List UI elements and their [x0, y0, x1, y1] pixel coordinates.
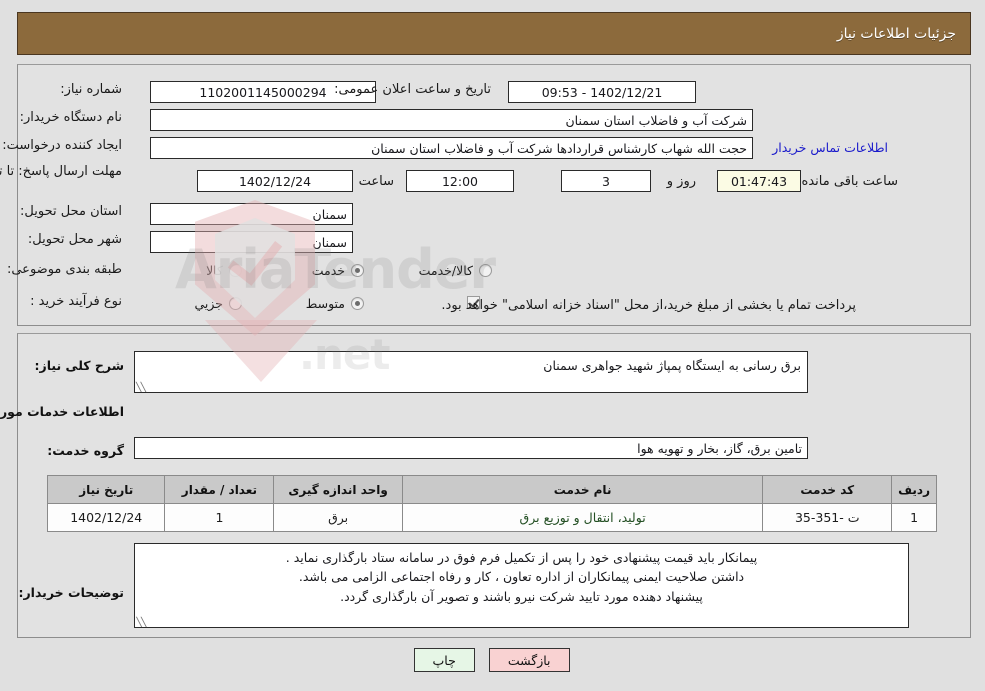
province-label: استان محل تحویل:: [21, 204, 123, 219]
summary-label: شرح کلی نیاز:: [35, 358, 125, 373]
service-group-field[interactable]: تامین برق، گاز، بخار و تهویه هوا: [135, 437, 809, 459]
process-option-medium[interactable]: متوسط: [307, 296, 365, 311]
process-option-minor[interactable]: جزیي: [195, 296, 243, 311]
announcement-datetime-field[interactable]: 1402/12/21 - 09:53: [509, 81, 697, 103]
cell-unit: برق: [274, 503, 404, 532]
table-header-row: ردیف کد خدمت نام خدمت واحد اندازه گیری ت…: [47, 475, 938, 504]
cell-quantity: 1: [165, 503, 276, 532]
city-label: شهر محل تحویل:: [28, 232, 123, 247]
requester-field[interactable]: حجت الله شهاب کارشناس قراردادها شرکت آب …: [151, 137, 754, 159]
cell-radif: 1: [892, 503, 938, 532]
th-service-name: نام خدمت: [402, 475, 765, 504]
table-row[interactable]: 1 ت -351-35 تولید، انتقال و توزیع برق بر…: [47, 503, 938, 532]
remaining-days-label: روز و: [667, 174, 697, 189]
th-service-code: کد خدمت: [763, 475, 894, 504]
province-field[interactable]: سمنان: [151, 203, 354, 225]
services-table: ردیف کد خدمت نام خدمت واحد اندازه گیری ت…: [47, 475, 938, 532]
cell-service-code: ت -351-35: [763, 503, 894, 532]
category-option-goods-service-label: کالا/خدمت: [419, 263, 474, 278]
th-radif: ردیف: [892, 475, 938, 504]
resize-grip-icon[interactable]: [139, 380, 149, 390]
process-option-minor-label: جزیي: [195, 296, 224, 311]
deadline-time-label: ساعت: [359, 174, 395, 189]
category-label: طبقه بندی موضوعی:: [7, 262, 123, 277]
radio-service-icon[interactable]: [352, 264, 365, 277]
notes-line-2: داشتن صلاحیت ایمنی پیمانکاران از اداره ت…: [299, 569, 746, 585]
radio-goods-service-icon[interactable]: [480, 264, 493, 277]
buyer-contact-link[interactable]: اطلاعات تماس خریدار: [773, 140, 889, 155]
category-option-service-label: خدمت: [312, 263, 346, 278]
notes-textarea[interactable]: پیمانکار باید قیمت پیشنهادی خود را پس از…: [135, 543, 910, 628]
remaining-days-field[interactable]: 3: [562, 170, 652, 192]
th-need-date: تاریخ نیاز: [47, 475, 167, 504]
action-button-bar: بازگشت چاپ: [0, 648, 985, 672]
page-title: جزئیات اطلاعات نیاز: [837, 25, 957, 42]
back-button[interactable]: بازگشت: [489, 648, 571, 672]
cell-need-date: 1402/12/24: [47, 503, 167, 532]
cell-service-name: تولید، انتقال و توزیع برق: [402, 503, 765, 532]
radio-minor-icon[interactable]: [230, 297, 243, 310]
treasury-note-text: پرداخت تمام یا بخشی از مبلغ خرید،از محل …: [442, 298, 857, 313]
category-option-service[interactable]: خدمت: [313, 263, 365, 278]
buyer-org-field[interactable]: شرکت آب و فاضلاب استان سمنان: [151, 109, 754, 131]
requester-label: ایجاد کننده درخواست:: [3, 138, 123, 153]
need-number-label: شماره نیاز:: [61, 82, 123, 97]
notes-resize-grip-icon[interactable]: [139, 615, 149, 625]
th-unit: واحد اندازه گیری: [274, 475, 404, 504]
category-option-goods-service[interactable]: کالا/خدمت: [420, 263, 493, 278]
radio-goods-icon[interactable]: [230, 264, 243, 277]
th-quantity: تعداد / مقدار: [165, 475, 276, 504]
category-option-goods-label: کالا: [207, 263, 224, 278]
category-option-goods[interactable]: کالا: [207, 263, 243, 278]
deadline-time-field[interactable]: 12:00: [407, 170, 515, 192]
deadline-date-field[interactable]: 1402/12/24: [198, 170, 354, 192]
announcement-label: تاریخ و ساعت اعلان عمومی:: [335, 82, 492, 97]
notes-label: توضیحات خریدار:: [19, 585, 125, 600]
page-root: AriaTender .net جزئیات اطلاعات نیاز شمار…: [0, 0, 985, 691]
notes-line-3: پیشنهاد دهنده مورد تایید شرکت نیرو باشند…: [341, 588, 704, 604]
notes-line-1: پیمانکار باید قیمت پیشنهادی خود را پس از…: [286, 550, 759, 565]
countdown-timer-field: 01:47:43: [718, 170, 802, 192]
process-option-medium-label: متوسط: [306, 296, 346, 311]
city-field[interactable]: سمنان: [151, 231, 354, 253]
services-heading: اطلاعات خدمات مورد نیاز: [0, 404, 125, 419]
print-button[interactable]: چاپ: [414, 648, 476, 672]
buyer-org-label: نام دستگاه خریدار:: [20, 110, 123, 125]
process-label: نوع فرآیند خرید :: [31, 294, 123, 309]
summary-textarea-value: برق رسانی به ایستگاه پمپاژ شهید جواهری س…: [544, 358, 802, 373]
page-header-bar: جزئیات اطلاعات نیاز: [18, 12, 972, 55]
summary-textarea[interactable]: برق رسانی به ایستگاه پمپاژ شهید جواهری س…: [135, 351, 809, 393]
radio-medium-icon[interactable]: [352, 297, 365, 310]
remaining-hours-label: ساعت باقی مانده: [802, 174, 899, 189]
service-group-label: گروه خدمت:: [48, 443, 125, 458]
deadline-label: مهلت ارسال پاسخ: تا تاریخ:: [0, 164, 123, 179]
need-info-panel: [18, 64, 972, 326]
